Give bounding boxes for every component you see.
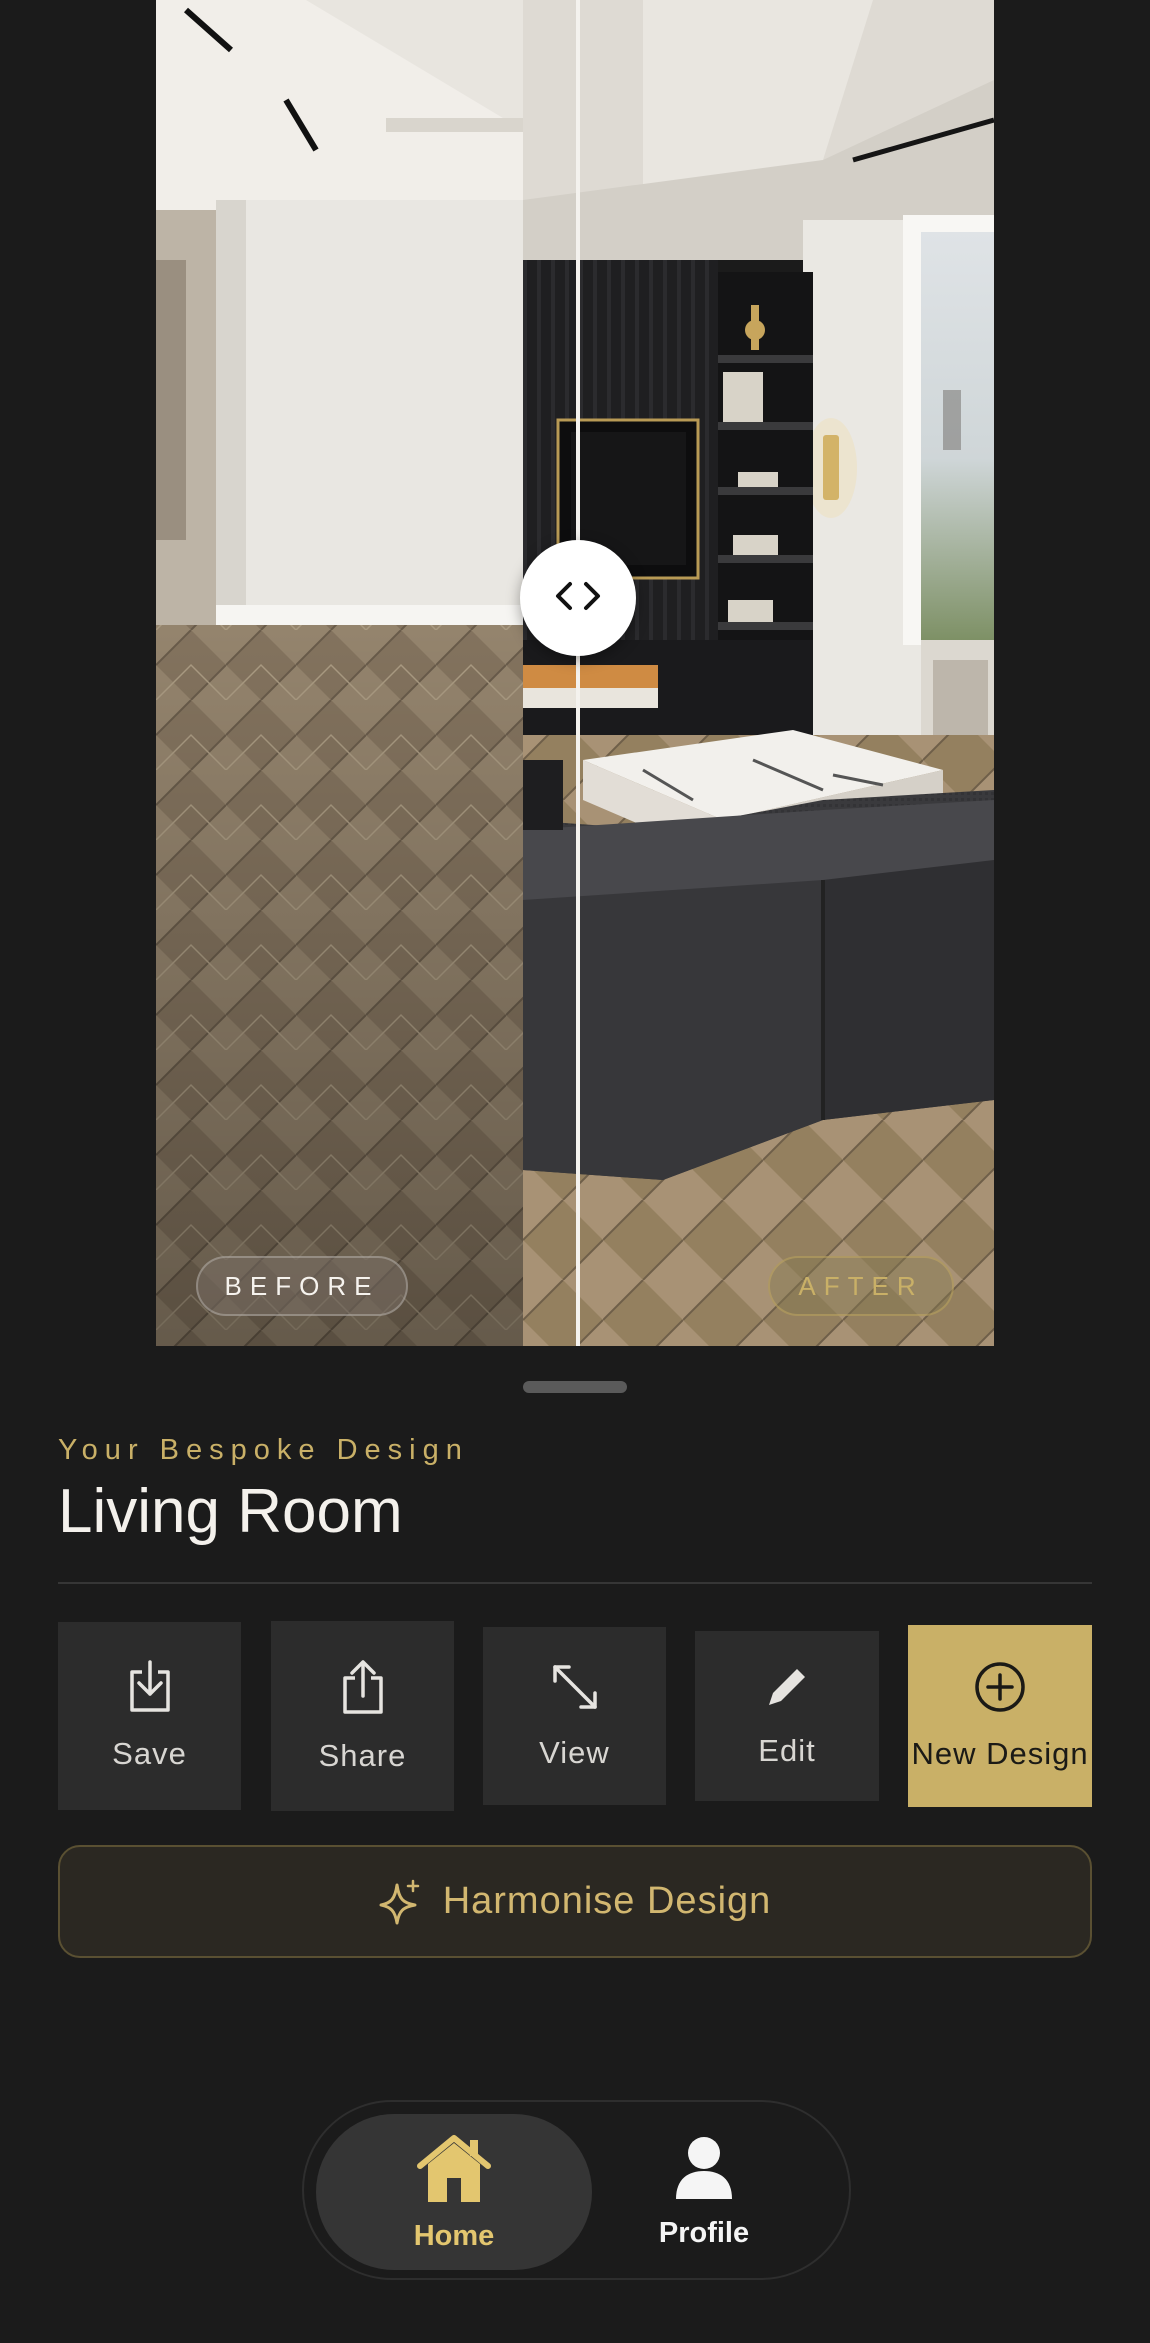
room-title: Living Room — [58, 1477, 403, 1546]
sparkle-icon — [379, 1879, 421, 1925]
after-image — [523, 0, 994, 1346]
design-subtitle: Your Bespoke Design — [58, 1434, 469, 1466]
new-design-button[interactable]: New Design — [908, 1625, 1092, 1807]
save-button[interactable]: Save — [58, 1622, 241, 1810]
compare-divider[interactable] — [576, 0, 580, 1346]
download-icon — [126, 1660, 174, 1722]
sheet-grabber[interactable] — [523, 1381, 627, 1393]
save-label: Save — [112, 1736, 187, 1771]
home-icon — [414, 2132, 494, 2212]
nav-item-profile[interactable]: Profile — [604, 2114, 804, 2270]
new-design-label: New Design — [911, 1736, 1089, 1771]
before-badge: BEFORE — [196, 1256, 408, 1316]
compare-handle[interactable] — [520, 540, 636, 656]
share-icon — [339, 1658, 387, 1724]
profile-label: Profile — [658, 2216, 750, 2249]
view-button[interactable]: View — [483, 1627, 666, 1805]
before-after-compare[interactable]: BEFORE AFTER — [156, 0, 994, 1346]
divider — [58, 1582, 1092, 1584]
edit-label: Edit — [758, 1733, 816, 1768]
person-icon — [672, 2135, 736, 2209]
share-button[interactable]: Share — [271, 1621, 454, 1811]
expand-icon — [549, 1661, 601, 1721]
chevron-left-right-icon — [550, 576, 606, 620]
nav-item-home[interactable]: Home — [316, 2114, 592, 2270]
plus-circle-icon — [973, 1660, 1027, 1722]
before-image — [156, 0, 523, 1346]
home-label: Home — [413, 2219, 495, 2252]
harmonise-design-button[interactable]: Harmonise Design — [58, 1845, 1092, 1958]
edit-button[interactable]: Edit — [695, 1631, 879, 1801]
harmonise-label: Harmonise Design — [442, 1880, 772, 1922]
bottom-nav: Home Profile — [302, 2100, 851, 2280]
after-badge: AFTER — [768, 1256, 954, 1316]
view-label: View — [539, 1735, 610, 1770]
pencil-icon — [763, 1663, 811, 1719]
share-label: Share — [318, 1738, 407, 1773]
